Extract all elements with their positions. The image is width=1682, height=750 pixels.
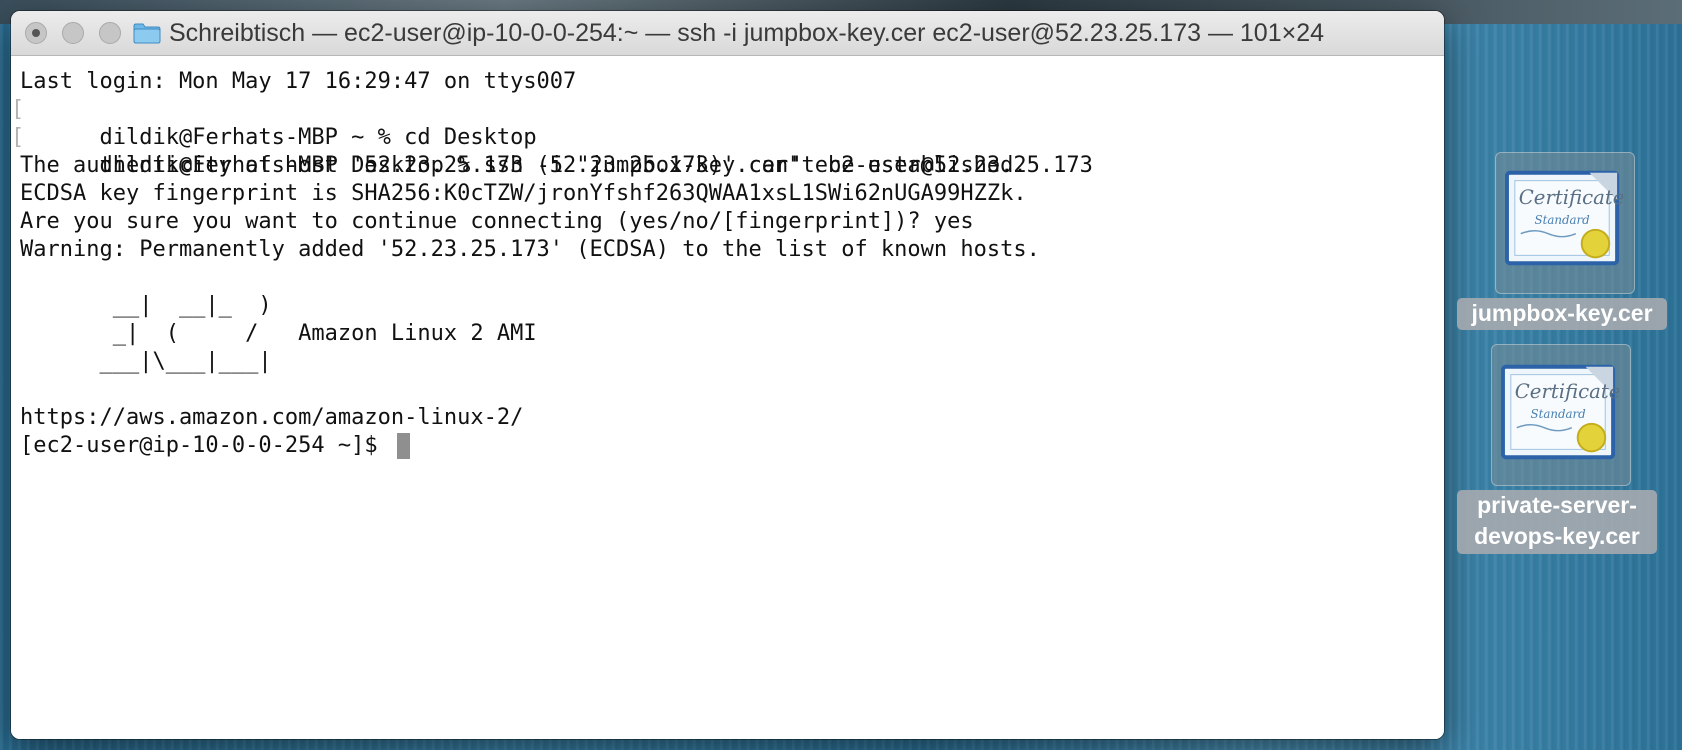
desktop-icon-jumpbox-key[interactable]: Certificate Standard jumpbox-key.cer	[1455, 146, 1680, 336]
terminal-prompt-line[interactable]: [ec2-user@ip-10-0-0-254 ~]$	[20, 432, 1444, 460]
terminal-line-7: Warning: Permanently added '52.23.25.173…	[20, 237, 1040, 262]
terminal-window[interactable]: Schreibtisch — ec2-user@ip-10-0-0-254:~ …	[11, 11, 1444, 739]
svg-text:Standard: Standard	[1535, 213, 1591, 227]
svg-text:Standard: Standard	[1531, 407, 1587, 421]
prompt-mark-right: ]	[1441, 96, 1444, 124]
terminal-line-4: The authenticity of host '52.23.25.173 (…	[20, 153, 1027, 178]
prompt-mark-left: [	[11, 125, 25, 150]
terminal-line-12	[20, 376, 1444, 404]
minimize-button[interactable]	[62, 22, 84, 44]
certificate-icon: Certificate Standard	[1501, 364, 1619, 460]
zoom-button[interactable]	[99, 22, 121, 44]
ascii-logo-line-3: ___|\___|___|	[20, 349, 272, 374]
terminal-cursor	[396, 433, 410, 459]
svg-text:Certificate: Certificate	[1515, 380, 1619, 403]
prompt-mark-left: [	[11, 97, 25, 122]
ascii-logo-line-2: _| ( / Amazon Linux 2 AMI	[20, 321, 537, 346]
certificate-icon: Certificate Standard	[1505, 170, 1623, 266]
terminal-output[interactable]: Last login: Mon May 17 16:29:47 on ttys0…	[11, 56, 1444, 739]
window-title-group: Schreibtisch — ec2-user@ip-10-0-0-254:~ …	[133, 19, 1324, 48]
terminal-line-5: ECDSA key fingerprint is SHA256:K0cTZW/j…	[20, 181, 1027, 206]
shell-prompt: [ec2-user@ip-10-0-0-254 ~]$	[20, 433, 391, 458]
svg-text:Certificate: Certificate	[1519, 186, 1623, 209]
desktop-icon-label-line-1: private-server-	[1477, 492, 1637, 518]
prompt-mark-right: ]	[1441, 124, 1444, 152]
terminal-line-13: https://aws.amazon.com/amazon-linux-2/	[20, 405, 524, 430]
desktop-icon-label-line-2: devops-key.cer	[1474, 523, 1640, 549]
terminal-line-3: [dildik@Ferhats-MBP Desktop % ssh -i "ju…	[11, 124, 1444, 178]
terminal-line-2: [dildik@Ferhats-MBP ~ % cd Desktop]	[11, 96, 1444, 150]
ascii-logo-line-1: __| __|_ )	[20, 293, 272, 318]
window-title: Schreibtisch — ec2-user@ip-10-0-0-254:~ …	[169, 18, 1325, 47]
terminal-line-8	[20, 264, 1444, 292]
desktop-icon-private-server-devops-key[interactable]: Certificate Standard private-server- dev…	[1455, 340, 1680, 558]
close-button[interactable]	[25, 22, 47, 44]
desktop-icon-label: private-server- devops-key.cer	[1457, 490, 1657, 554]
desktop-icon-label: jumpbox-key.cer	[1457, 298, 1667, 330]
terminal-line-1: Last login: Mon May 17 16:29:47 on ttys0…	[20, 69, 577, 94]
title-bar[interactable]: Schreibtisch — ec2-user@ip-10-0-0-254:~ …	[11, 11, 1444, 56]
window-controls	[25, 22, 121, 44]
folder-icon	[133, 23, 161, 44]
terminal-line-6: Are you sure you want to continue connec…	[20, 209, 974, 234]
